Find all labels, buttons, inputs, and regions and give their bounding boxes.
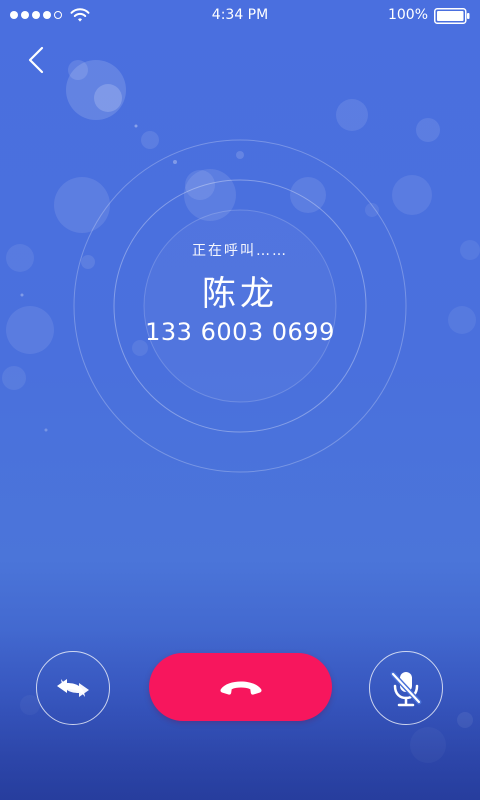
status-bar: 4:34 PM 100%: [0, 0, 480, 32]
call-screen: 4:34 PM 100% 正在呼叫…… 陈龙 133 6003 0699: [0, 0, 480, 800]
back-button[interactable]: [20, 44, 52, 76]
hang-up-button[interactable]: [149, 653, 332, 721]
mute-button[interactable]: [369, 651, 443, 725]
hang-up-phone-icon: [219, 681, 262, 695]
switch-button[interactable]: [36, 651, 110, 725]
caller-number: 133 6003 0699: [145, 318, 335, 346]
call-status-label: 正在呼叫……: [192, 243, 288, 259]
battery-icon: [434, 8, 470, 24]
battery-percentage: 100%: [387, 7, 428, 23]
chevron-left-icon: [28, 46, 44, 74]
caller-name: 陈龙: [202, 274, 278, 314]
switch-arrows-icon: [57, 679, 89, 697]
microphone-muted-icon: [390, 671, 422, 707]
